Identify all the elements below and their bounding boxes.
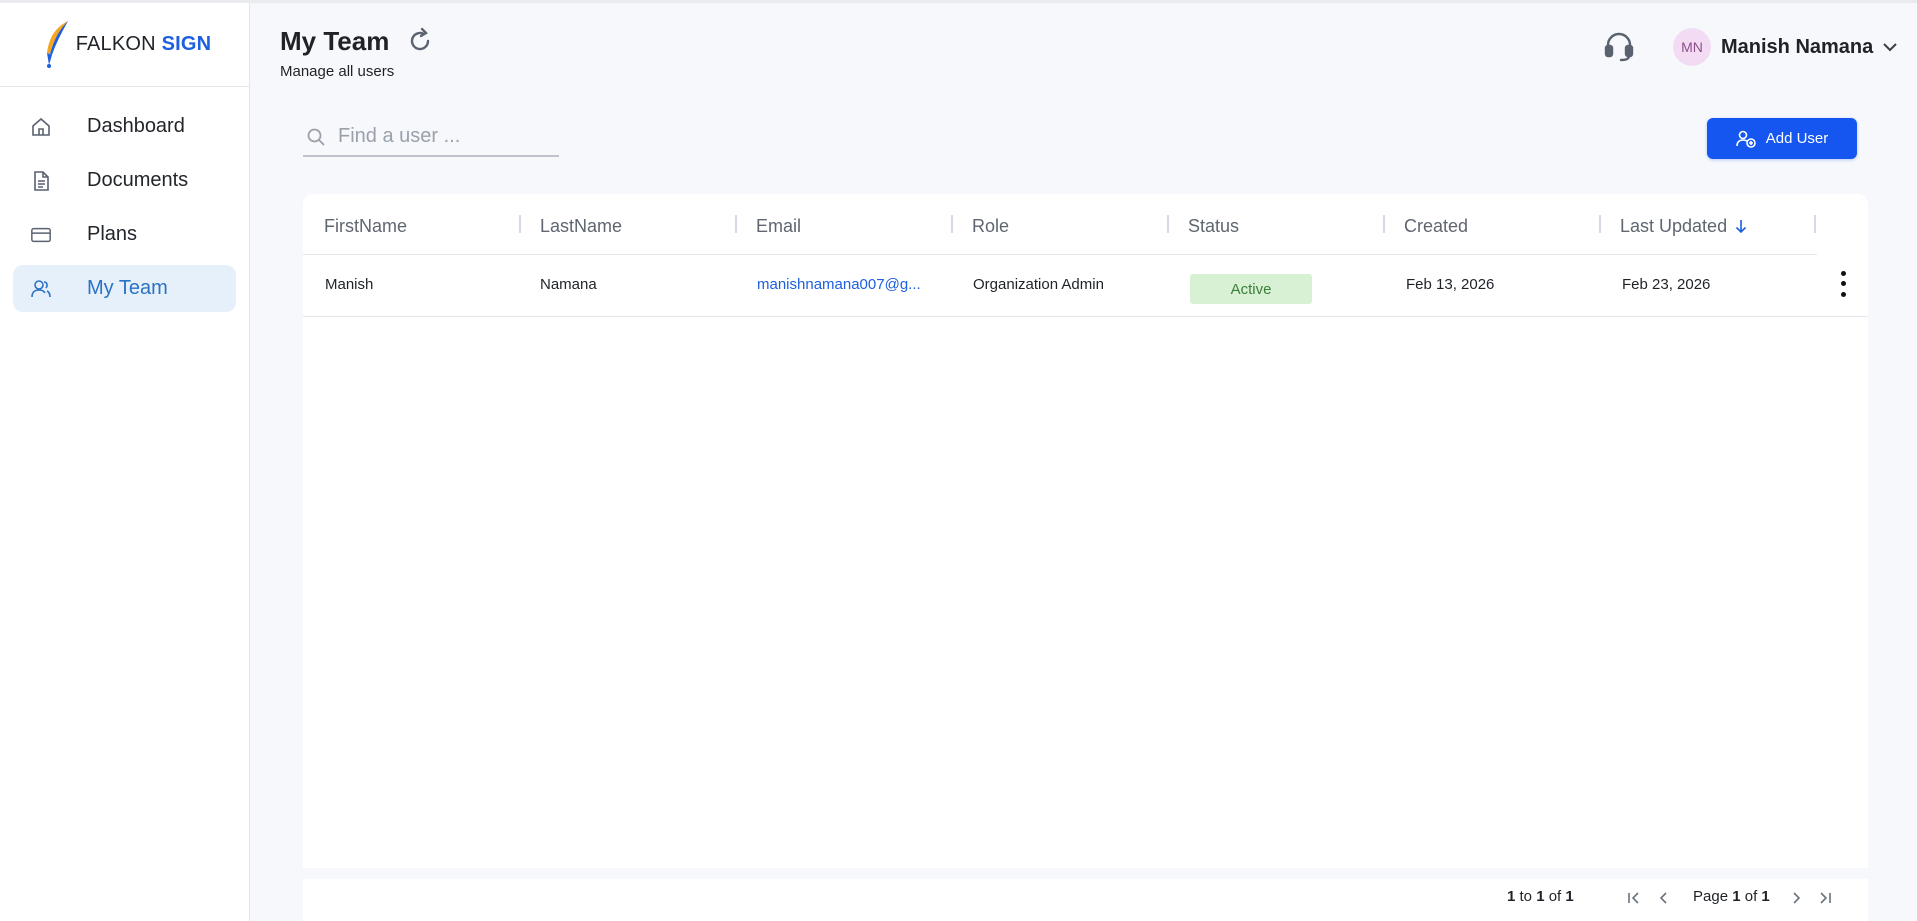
first-page-icon[interactable] [1625, 889, 1643, 907]
column-header-lastname[interactable]: LastName [540, 214, 622, 238]
sidebar-item-label: Dashboard [87, 115, 185, 137]
avatar-initials: MN [1681, 39, 1703, 55]
column-resize-handle[interactable] [1167, 215, 1169, 233]
column-resize-handle[interactable] [951, 215, 953, 233]
sidebar-item-label: My Team [87, 277, 168, 299]
column-resize-handle[interactable] [1814, 215, 1816, 233]
column-header-email[interactable]: Email [756, 214, 801, 238]
column-header-last-updated[interactable]: Last Updated [1620, 214, 1747, 238]
sidebar-item-dashboard[interactable]: Dashboard [13, 103, 236, 150]
chevron-down-icon[interactable] [1882, 40, 1898, 54]
page-indicator: Page 1 of 1 [1693, 888, 1770, 905]
cell-first-name: Manish [325, 276, 374, 293]
last-page-icon[interactable] [1816, 889, 1834, 907]
cell-last-name: Namana [540, 276, 597, 293]
sidebar-item-my-team[interactable]: My Team [13, 265, 236, 312]
previous-page-icon[interactable] [1655, 889, 1673, 907]
brand-name: FALKON SIGN [75, 33, 212, 55]
column-header-role[interactable]: Role [972, 214, 1009, 238]
row-count: 1 to 1 of 1 [1507, 888, 1574, 905]
page-subtitle: Manage all users [280, 63, 395, 80]
search-box [303, 118, 559, 157]
status-badge: Active [1190, 274, 1312, 304]
next-page-icon[interactable] [1787, 889, 1805, 907]
row-actions-menu-icon[interactable] [1833, 268, 1853, 300]
user-name[interactable]: Manish Namana [1721, 36, 1873, 59]
cell-email[interactable]: manishnamana007@g... [757, 276, 921, 293]
column-header-status[interactable]: Status [1188, 214, 1239, 238]
credit-card-icon [30, 224, 52, 246]
brand-logo[interactable]: FALKON SIGN [0, 3, 249, 87]
column-header-created[interactable]: Created [1404, 214, 1468, 238]
sidebar: FALKON SIGN Dashboard Documents Plans My… [0, 3, 250, 921]
search-input[interactable] [338, 125, 548, 148]
table-row[interactable]: Manish Namana manishnamana007@g... Organ… [303, 256, 1868, 317]
page-title: My Team [280, 26, 390, 56]
team-icon [30, 278, 52, 300]
sidebar-nav: Dashboard Documents Plans My Team [0, 87, 249, 312]
column-resize-handle[interactable] [735, 215, 737, 233]
add-user-button[interactable]: Add User [1707, 118, 1857, 159]
quill-pen-icon [46, 20, 68, 68]
column-resize-handle[interactable] [1383, 215, 1385, 233]
pagination-bar: 1 to 1 of 1 Page 1 of 1 [303, 879, 1868, 921]
sidebar-item-documents[interactable]: Documents [13, 157, 236, 204]
add-user-label: Add User [1765, 130, 1829, 147]
add-user-icon [1735, 130, 1756, 148]
sidebar-item-label: Plans [87, 223, 138, 245]
headset-icon[interactable] [1601, 28, 1637, 64]
cell-created: Feb 13, 2026 [1406, 276, 1495, 293]
home-icon [30, 116, 52, 138]
cell-last-updated: Feb 23, 2026 [1622, 276, 1711, 293]
users-table: FirstName LastName Email Role Status Cre… [303, 194, 1868, 868]
column-resize-handle[interactable] [519, 215, 521, 233]
table-header: FirstName LastName Email Role Status Cre… [303, 194, 1817, 255]
search-icon [307, 128, 325, 146]
sidebar-item-plans[interactable]: Plans [13, 211, 236, 258]
column-header-firstname[interactable]: FirstName [324, 214, 407, 238]
sort-descending-icon [1736, 220, 1747, 234]
refresh-icon[interactable] [405, 26, 435, 56]
cell-role: Organization Admin [973, 276, 1104, 293]
document-icon [30, 170, 52, 192]
top-border [0, 0, 1917, 3]
column-resize-handle[interactable] [1599, 215, 1601, 233]
avatar[interactable]: MN [1673, 28, 1711, 66]
sidebar-item-label: Documents [87, 169, 189, 191]
column-header-label: Last Updated [1620, 215, 1728, 236]
